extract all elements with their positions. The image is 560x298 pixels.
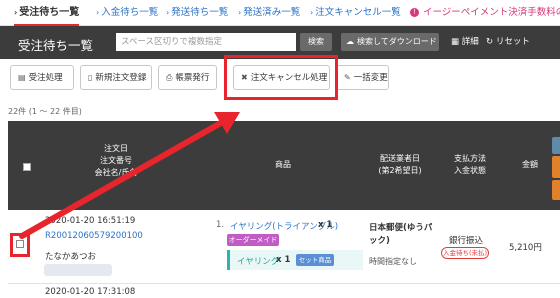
- chevron-right-icon: ›: [238, 8, 242, 17]
- tab-pending-orders[interactable]: › 受注待ち一覧: [14, 0, 80, 26]
- item-index: 1.: [216, 220, 225, 230]
- order-date: 2020-01-20 16:51:19: [45, 216, 136, 226]
- bulk-edit-button[interactable]: ✎ 一括変更: [336, 65, 389, 90]
- side-tab[interactable]: [552, 180, 560, 200]
- new-order-button[interactable]: ▯ 新規注文登録: [80, 65, 152, 90]
- highlight-checkbox-box: [10, 233, 30, 257]
- set-item-name: イヤリング: [237, 257, 280, 267]
- pencil-icon: ✎: [344, 73, 351, 82]
- set-product-tag: セット商品: [296, 254, 334, 266]
- tab-shipped[interactable]: › 発送済み一覧: [238, 0, 300, 25]
- chevron-right-icon: ›: [14, 8, 18, 17]
- accept-order-button[interactable]: ▤ 受注処理: [10, 65, 74, 90]
- search-button[interactable]: 検索: [300, 33, 332, 51]
- search-download-button[interactable]: ☁ 検索してダウンロード: [341, 33, 439, 51]
- column-item: 商品: [275, 160, 291, 169]
- side-tab[interactable]: [552, 137, 560, 154]
- item-qty: x 1: [318, 220, 333, 230]
- delivery-carrier: 日本郵便(ゆうパック): [369, 223, 433, 246]
- set-item-qty: x 1: [276, 255, 291, 265]
- tab-easy-payment[interactable]: ! イージーペイメント決済手数料の減: [410, 0, 560, 25]
- highlight-cancel-box: [224, 55, 338, 100]
- refresh-icon: ↻: [486, 37, 494, 47]
- document-icon: ▯: [88, 73, 93, 82]
- table-header: 注文日 注文番号 会社名/氏名 商品 配送業者日 (第2希望日) 支払方法 入金…: [8, 121, 560, 210]
- chevron-right-icon: ›: [166, 8, 170, 17]
- tab-awaiting-shipment[interactable]: › 発送待ち一覧: [166, 0, 228, 25]
- search-input[interactable]: [116, 33, 296, 51]
- tab-awaiting-payment[interactable]: › 入金待ち一覧: [96, 0, 158, 25]
- list-icon: ▤: [18, 73, 26, 82]
- payment-method: 銀行振込: [449, 236, 484, 246]
- chevron-right-icon: ›: [310, 8, 314, 17]
- issue-forms-button[interactable]: ⎙ 帳票発行: [158, 65, 217, 90]
- detail-button[interactable]: ▦ 詳細: [451, 35, 479, 47]
- column-amount[interactable]: 金額: [510, 159, 550, 171]
- redacted-block: [44, 264, 112, 276]
- order-number-link[interactable]: R20012060579200100: [45, 231, 143, 241]
- alert-icon: !: [410, 8, 419, 17]
- cloud-download-icon: ☁: [346, 37, 354, 46]
- payment-status-badge: 入金待ち(未払): [441, 247, 489, 259]
- result-count: 22件 (1 〜 22 件目): [8, 107, 82, 116]
- page-title: 受注待ち一覧: [18, 38, 94, 53]
- column-delivery[interactable]: 配送業者日 (第2希望日): [370, 153, 430, 177]
- column-order[interactable]: 注文日 注文番号 会社名/氏名: [71, 143, 161, 179]
- select-all-checkbox[interactable]: [23, 163, 31, 171]
- delivery-time: 時間指定なし: [369, 257, 417, 266]
- reset-button[interactable]: ↻ リセット: [486, 35, 530, 47]
- chevron-right-icon: ›: [96, 8, 100, 17]
- column-payment[interactable]: 支払方法 入金状態: [444, 153, 496, 177]
- order-date: 2020-01-20 17:31:08: [45, 287, 136, 297]
- tab-cancelled[interactable]: › 注文キャンセル一覧: [310, 0, 401, 25]
- row-divider: [8, 283, 560, 284]
- tab-strip: › 受注待ち一覧 › 入金待ち一覧 › 発送待ち一覧 › 発送済み一覧 › 注文キャンセル…: [0, 0, 560, 26]
- order-amount: 5,210円: [509, 243, 542, 253]
- customer-name: たなかあつお: [45, 252, 97, 262]
- side-tab[interactable]: [552, 156, 560, 178]
- made-to-order-tag: オーダーメイド: [227, 234, 279, 246]
- print-icon: ⎙: [166, 73, 173, 82]
- grid-icon: ▦: [451, 37, 460, 47]
